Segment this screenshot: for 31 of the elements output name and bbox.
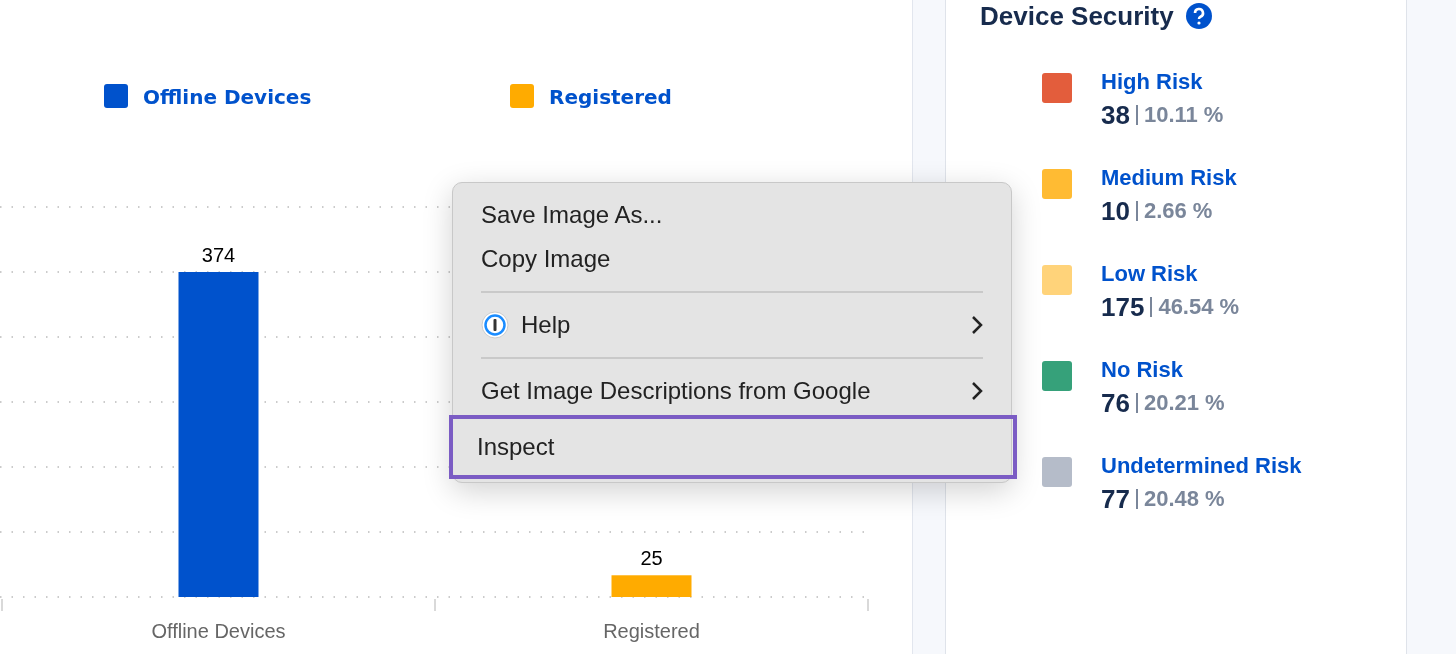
legend-label[interactable]: Offline Devices [143,85,312,109]
section-title: Device Security [980,0,1174,32]
bar-value-label: 25 [640,547,663,570]
risk-link[interactable]: High Risk [1101,67,1224,97]
chevron-right-icon [971,381,983,401]
risk-percent: 20.21 % [1143,389,1225,417]
help-icon[interactable] [1185,3,1212,29]
risk-percent: 20.48 % [1143,485,1225,513]
risk-percent: 10.11 % [1143,101,1224,129]
menu-item[interactable]: Get Image Descriptions from Google [453,369,1011,413]
risk-percent: 46.54 % [1158,293,1240,321]
legend-label[interactable]: Registered [549,85,672,109]
category-label: Registered [603,620,700,642]
risk-count: 10 [1101,195,1130,228]
menu-item[interactable]: Copy Image [453,237,1011,281]
risk-link[interactable]: No Risk [1101,355,1225,385]
menu-item[interactable]: Inspect [449,415,1017,479]
menu-item[interactable]: Help [453,303,1011,347]
risk-count: 175 [1101,291,1145,324]
risk-percent: 2.66 % [1143,197,1213,225]
category-label: Offline Devices [151,620,286,642]
risk-count: 77 [1101,483,1130,516]
risk-link[interactable]: Undetermined Risk [1101,451,1302,481]
risk-count: 76 [1101,387,1130,420]
risk-count: 38 [1101,99,1130,132]
key-icon [481,311,509,339]
chevron-right-icon [971,315,983,335]
bar-value-label: 374 [201,244,236,266]
menu-item[interactable]: Save Image As... [453,193,1011,237]
risk-link[interactable]: Low Risk [1101,259,1240,289]
risk-link[interactable]: Medium Risk [1101,163,1237,193]
